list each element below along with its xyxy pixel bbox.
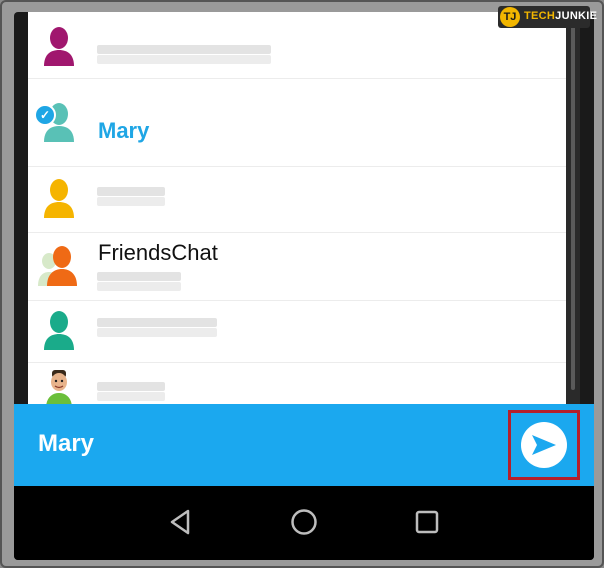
home-circle-icon[interactable]	[290, 508, 318, 536]
user-silhouette-icon	[44, 179, 74, 218]
contact-name: Mary	[98, 118, 150, 143]
selected-check-icon: ✓	[34, 104, 56, 126]
contact-row[interactable]	[28, 12, 566, 79]
name-placeholder	[97, 187, 165, 206]
send-recipient-label: Mary	[38, 430, 95, 457]
contact-row[interactable]	[28, 362, 566, 404]
watermark-text-suffix: JUNKIE	[555, 10, 598, 22]
contact-row[interactable]	[28, 166, 566, 233]
name-placeholder	[97, 318, 217, 337]
watermark-logo-mark: TJ	[500, 7, 520, 27]
contact-row[interactable]	[28, 300, 566, 363]
phone-screen: ✓ Mary FriendsChat Mary	[14, 12, 594, 560]
contact-name: FriendsChat	[98, 240, 218, 265]
contact-row-mary[interactable]: ✓ Mary	[28, 78, 566, 167]
techjunkie-watermark: TJ TECHJUNKIE	[498, 6, 597, 28]
contact-list: ✓ Mary FriendsChat	[28, 12, 566, 404]
send-arrow-icon	[532, 435, 556, 455]
scrollbar-thumb[interactable]	[571, 20, 575, 390]
scrollbar[interactable]	[566, 12, 580, 404]
user-silhouette-icon	[44, 27, 74, 66]
recents-square-icon[interactable]	[414, 509, 440, 535]
send-bar: Mary	[14, 404, 594, 486]
contact-row-friendschat[interactable]: FriendsChat	[28, 232, 566, 301]
send-button[interactable]	[521, 422, 567, 468]
group-silhouette-icon	[38, 246, 77, 286]
user-silhouette-icon	[44, 311, 74, 350]
bitmoji-avatar-icon	[46, 370, 72, 404]
back-triangle-icon[interactable]	[168, 508, 192, 536]
watermark-text-prefix: TECH	[524, 10, 556, 22]
send-button-highlight	[508, 410, 580, 480]
watermark-text: TECHJUNKIE	[524, 10, 597, 22]
android-nav-bar	[14, 486, 594, 560]
subtitle-placeholder	[97, 272, 181, 291]
name-placeholder	[97, 382, 165, 401]
name-placeholder	[97, 45, 271, 64]
device-frame: ✓ Mary FriendsChat Mary	[0, 0, 604, 568]
